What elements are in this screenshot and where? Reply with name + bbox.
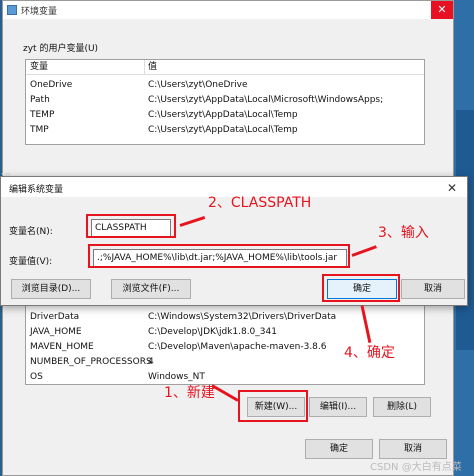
variable-value: 4	[148, 357, 154, 367]
annotation-step2: 2、CLASSPATH	[208, 195, 312, 211]
variable-name: Path	[30, 95, 50, 105]
table-row[interactable]: TMP C:\Users\zyt\AppData\Local\Temp	[26, 123, 424, 137]
variable-name: OneDrive	[30, 80, 73, 90]
dialog-title: 编辑系统变量	[9, 185, 64, 195]
variable-name: OS	[30, 372, 43, 382]
variable-value: C:\Users\zyt\AppData\Local\Temp	[148, 125, 298, 135]
user-variables-list[interactable]: 变量 值 OneDrive C:\Users\zyt\OneDrive Path…	[25, 59, 425, 145]
cancel-button[interactable]: 取消	[379, 439, 447, 459]
variable-value: C:\Develop\JDK\jdk1.8.0_341	[148, 327, 277, 337]
annotation-step4: 4、确定	[344, 345, 395, 361]
window-titlebar: 环境变量 ✕	[3, 1, 453, 19]
column-header-value[interactable]: 值	[148, 60, 157, 74]
variable-value: C:\Users\zyt\OneDrive	[148, 80, 248, 90]
column-header-name[interactable]: 变量	[30, 60, 48, 74]
highlight-dialog-ok	[322, 274, 400, 302]
table-row[interactable]: Path C:\Users\zyt\AppData\Local\Microsof…	[26, 93, 424, 107]
variable-value: C:\Users\zyt\AppData\Local\Temp	[148, 110, 298, 120]
list-header: 变量 值	[26, 60, 424, 75]
variable-value: C:\Windows\System32\Drivers\DriverData	[148, 312, 337, 322]
browse-file-button[interactable]: 浏览文件(F)...	[111, 279, 191, 299]
table-row[interactable]: TEMP C:\Users\zyt\AppData\Local\Temp	[26, 108, 424, 122]
annotation-step3: 3、输入	[378, 225, 429, 241]
variable-name: TEMP	[30, 110, 55, 120]
highlight-new-button	[238, 390, 308, 422]
table-row[interactable]: OS Windows_NT	[26, 370, 424, 384]
variable-name-label: 变量名(N):	[9, 227, 53, 237]
window-title: 环境变量	[21, 7, 58, 17]
window-close-button[interactable]: ✕	[431, 1, 453, 19]
user-variables-label: zyt 的用户变量(U)	[23, 44, 99, 54]
highlight-variable-name	[86, 214, 176, 238]
variable-value: C:\Users\zyt\AppData\Local\Microsoft\Win…	[148, 95, 384, 105]
variable-name: JAVA_HOME	[30, 327, 82, 337]
variable-name: DriverData	[30, 312, 80, 322]
browse-directory-button[interactable]: 浏览目录(D)...	[11, 279, 91, 299]
table-row[interactable]: OneDrive C:\Users\zyt\OneDrive	[26, 78, 424, 92]
delete-variable-button[interactable]: 删除(L)	[373, 397, 431, 417]
annotation-step1: 1、新建	[164, 385, 215, 401]
ok-button[interactable]: 确定	[305, 439, 373, 459]
variable-name: MAVEN_HOME	[30, 342, 94, 352]
edit-variable-button[interactable]: 编辑(I)...	[309, 397, 367, 417]
app-icon	[7, 5, 17, 15]
watermark: CSDN @大白有点菜	[370, 462, 462, 473]
highlight-variable-value	[88, 244, 350, 268]
dialog-close-button[interactable]: ✕	[447, 181, 457, 195]
variable-value-label: 变量值(V):	[9, 257, 53, 267]
variable-value: C:\Develop\Maven\apache-maven-3.8.6	[148, 342, 327, 352]
variable-name: NUMBER_OF_PROCESSORS	[30, 357, 152, 367]
dialog-cancel-button[interactable]: 取消	[401, 279, 465, 299]
variable-name: TMP	[30, 125, 49, 135]
